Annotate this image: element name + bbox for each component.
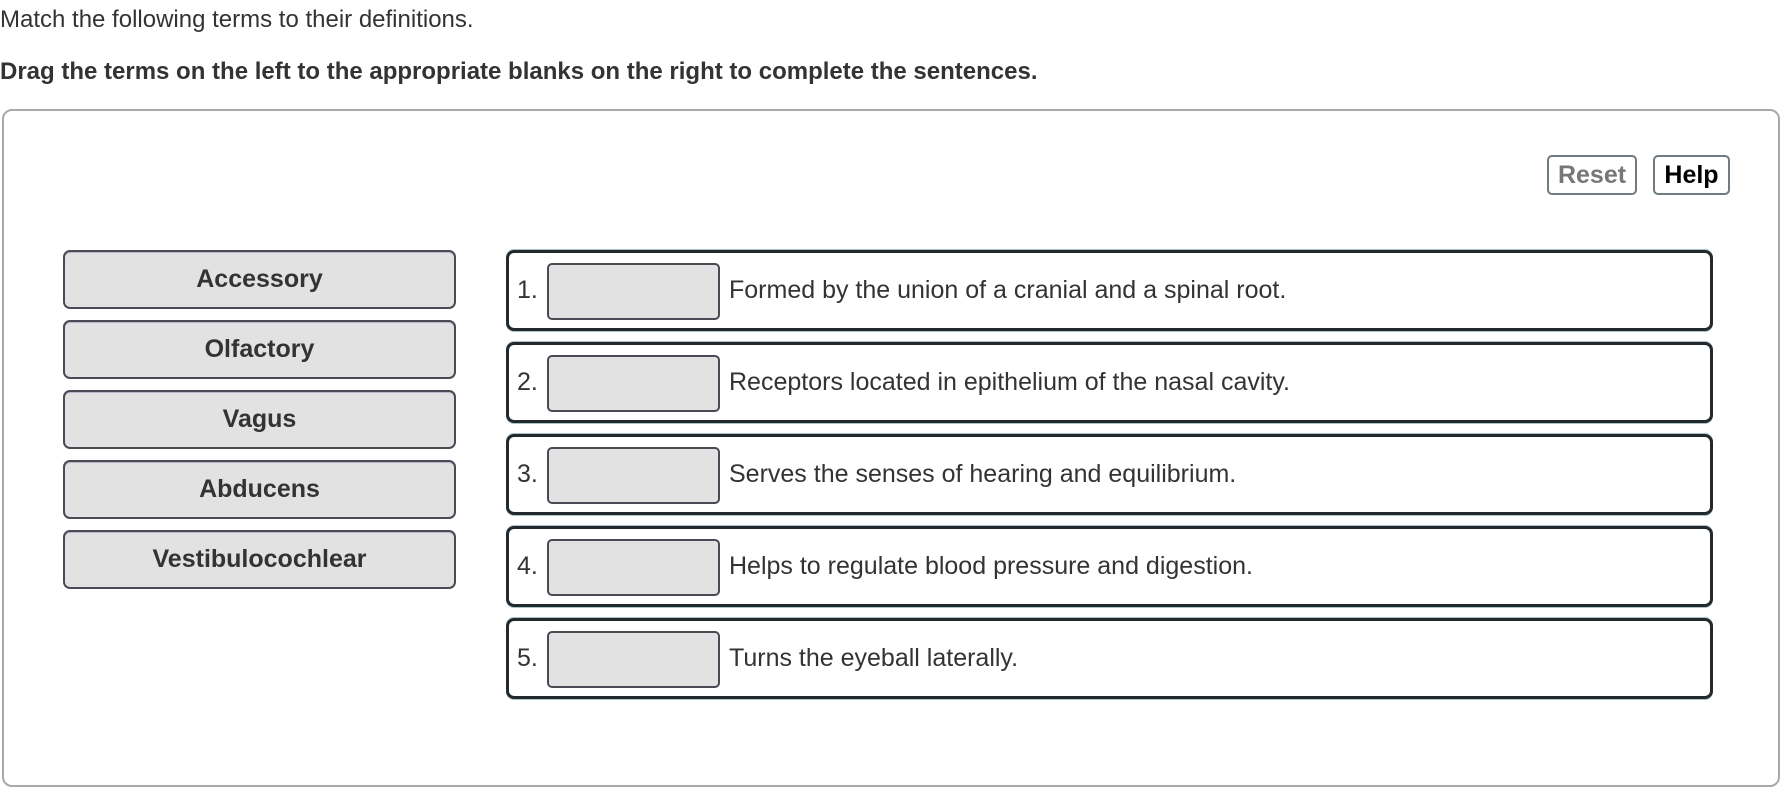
sentence-row-2: 2. Receptors located in epithelium of th… [506,342,1713,423]
drop-target-blank-1[interactable] [547,263,720,320]
item-number: 5. [517,644,538,672]
item-number: 3. [517,460,538,488]
sentence-row-3: 3. Serves the senses of hearing and equi… [506,434,1713,515]
instruction-bold-text: Drag the terms on the left to the approp… [0,58,1038,85]
instruction-text: Match the following terms to their defin… [0,6,474,33]
drop-target-blank-2[interactable] [547,355,720,412]
item-number: 2. [517,368,538,396]
draggable-term-vestibulocochlear[interactable]: Vestibulocochlear [63,530,456,589]
draggable-term-olfactory[interactable]: Olfactory [63,320,456,379]
definition-text: Helps to regulate blood pressure and dig… [729,552,1253,580]
item-number: 4. [517,552,538,580]
reset-button[interactable]: Reset [1547,155,1637,195]
drop-target-blank-3[interactable] [547,447,720,504]
draggable-term-vagus[interactable]: Vagus [63,390,456,449]
draggable-term-abducens[interactable]: Abducens [63,460,456,519]
help-button[interactable]: Help [1653,155,1730,195]
definition-text: Serves the senses of hearing and equilib… [729,460,1237,488]
sentence-row-4: 4. Helps to regulate blood pressure and … [506,526,1713,607]
definition-text: Turns the eyeball laterally. [729,644,1019,672]
sentence-row-1: 1. Formed by the union of a cranial and … [506,250,1713,331]
definition-text: Formed by the union of a cranial and a s… [729,276,1287,304]
definition-text: Receptors located in epithelium of the n… [729,368,1290,396]
drop-target-blank-5[interactable] [547,631,720,688]
draggable-term-accessory[interactable]: Accessory [63,250,456,309]
drop-target-blank-4[interactable] [547,539,720,596]
sentence-row-5: 5. Turns the eyeball laterally. [506,618,1713,699]
item-number: 1. [517,276,538,304]
